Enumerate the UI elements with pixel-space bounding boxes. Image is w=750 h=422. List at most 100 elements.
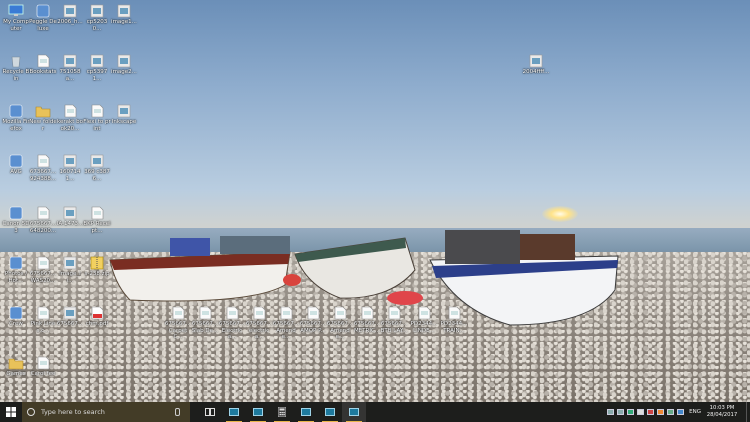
desktop-icon-label: Bookstats <box>29 69 57 75</box>
taskbar-app-window-5[interactable] <box>342 402 366 422</box>
clock-date: 28/04/2017 <box>706 412 738 418</box>
doc-icon <box>37 256 50 270</box>
desktop-icon-label: Flexi to print <box>83 119 111 132</box>
desktop-icon-label: 675667... <box>56 321 84 327</box>
clock[interactable]: 10:03 PM 28/04/2017 <box>706 405 738 419</box>
desktop-icon-label: cp52030... <box>86 19 108 32</box>
notes-icon[interactable] <box>637 409 645 415</box>
show-desktop-button[interactable] <box>746 402 750 422</box>
desktop-icon[interactable]: Photos / Hot... <box>2 256 30 284</box>
pc-icon <box>8 4 24 16</box>
taskbar-app-window-1[interactable] <box>222 402 246 422</box>
desktop-icon[interactable]: kerakt book20... <box>56 104 84 132</box>
desktop-icon[interactable]: image_li... <box>56 256 84 284</box>
desktop-icon[interactable]: 675667... METRIC... <box>353 306 381 334</box>
network-icon[interactable] <box>617 409 625 415</box>
img-icon <box>117 4 131 18</box>
desktop-icon-label: chm.pdf <box>85 321 109 327</box>
desktop-icon[interactable]: New folder <box>29 104 57 132</box>
desktop-icon[interactable]: Peggle Deluxe <box>29 4 57 32</box>
desktop-icon[interactable]: 675667... BTB LAY... <box>380 306 408 334</box>
taskbar-app-window-4[interactable] <box>318 402 342 422</box>
taskbar-app-calculator[interactable] <box>270 402 294 422</box>
desktop-icon-label: Peggle Deluxe <box>29 19 57 32</box>
desktop-icon[interactable]: Bookstats <box>29 54 57 76</box>
desktop-icon[interactable]: Crew <box>2 306 30 328</box>
desktop-icon[interactable]: 675667... Amende... <box>326 306 354 341</box>
desktop-icon[interactable]: cp52030... <box>83 4 111 32</box>
desktop-icon[interactable]: 673667... 924388... <box>29 154 57 182</box>
desktop-icon[interactable]: 675667... Slab De... <box>191 306 219 334</box>
desktop-icon[interactable]: Inkscape <box>110 104 138 126</box>
volume-icon[interactable] <box>677 409 685 415</box>
search-box[interactable]: Type here to search <box>22 402 190 422</box>
language-indicator[interactable]: ENG <box>689 409 701 415</box>
desktop-icon[interactable]: 675667... electrica... <box>245 306 273 341</box>
app-window-icon <box>301 408 311 416</box>
doc-icon <box>334 306 347 320</box>
desktop-icon[interactable]: 675667... AMOP P... <box>299 306 327 334</box>
app-icon <box>36 4 50 18</box>
pdf-icon <box>91 306 104 320</box>
desktop-icon[interactable]: 369 c3876... <box>83 154 111 182</box>
desktop-icon[interactable]: cp53971... <box>83 54 111 82</box>
desktop-wallpaper: My Computer Peggle Deluxe 2006_h... cp52030… <box>0 0 750 422</box>
microphone-icon[interactable] <box>175 408 180 416</box>
desktop-icon[interactable]: Pink Lines.c... <box>29 306 57 334</box>
desktop-icon[interactable]: 675667... 648200... <box>29 206 57 234</box>
desktop-icon[interactable]: PD2344... TRAIN... <box>440 306 468 334</box>
desktop-icon-label: PD2344... LINDE... <box>410 321 438 334</box>
desktop-icon[interactable]: 675667... Electrica... <box>218 306 246 341</box>
desktop-icon[interactable]: Recycle Bin <box>2 54 30 82</box>
desktop-icon-label: 675667... Slab De... <box>191 321 219 334</box>
desktop-icon[interactable]: IA-1473... <box>56 206 84 228</box>
doc-icon <box>280 306 293 320</box>
doc-icon <box>37 306 50 320</box>
desktop-icon[interactable]: Flexi to print <box>83 104 111 132</box>
zip-icon <box>90 256 104 270</box>
desktop-icon-label: 675667... Electrica... <box>218 321 246 340</box>
desktop-icon[interactable]: Mozilla Firefox <box>2 104 30 132</box>
desktop-icon-label: Games <box>6 371 26 377</box>
people-icon[interactable] <box>667 409 675 415</box>
desktop-icon[interactable]: chm.pdf <box>83 306 111 328</box>
desktop-icon-label: New folder <box>29 119 57 132</box>
taskbar-app-window-3[interactable] <box>294 402 318 422</box>
display-icon[interactable] <box>607 409 615 415</box>
desktop-icon[interactable]: 1607141... <box>56 154 84 182</box>
desktop-icon[interactable]: 2006_h... <box>56 4 84 26</box>
desktop-icon[interactable]: 675667... WAS20... <box>29 256 57 284</box>
desktop-icon[interactable]: 2004ffff... <box>522 54 550 76</box>
folder-icon <box>35 106 51 118</box>
desktop-icon[interactable]: s-238.zip <box>83 256 111 278</box>
taskbar-app-window-2[interactable] <box>246 402 270 422</box>
desktop-icon-label: Photos / Hot... <box>4 271 28 284</box>
desktop-icon[interactable]: 675667... Carpet C... <box>164 306 192 341</box>
task-view-button[interactable] <box>198 402 222 422</box>
desktop-icon[interactable]: 751058a... <box>56 54 84 82</box>
app-icon <box>9 154 23 168</box>
desktop-icon[interactable]: AVG <box>2 154 30 176</box>
desktop-icon[interactable]: 675667... <box>56 306 84 328</box>
img-icon <box>90 4 104 18</box>
app-tray-icon-2[interactable] <box>647 409 655 415</box>
clock-time: 10:03 PM <box>709 405 735 411</box>
desktop-icon-label: 675667... 648200... <box>29 221 57 234</box>
desktop-icon[interactable]: Carol fee <box>29 356 57 378</box>
doc-icon <box>253 306 266 320</box>
desktop-icon[interactable]: My Computer <box>2 4 30 32</box>
desktop-icon[interactable]: image2... <box>110 54 138 76</box>
desktop-icon-label: Carol fee <box>30 371 56 377</box>
app-tray-icon-3[interactable] <box>657 409 665 415</box>
img-icon <box>63 54 77 68</box>
desktop-icon-label: 675667... BTB LAY... <box>380 321 408 334</box>
doc-icon <box>448 306 461 320</box>
start-button[interactable] <box>0 402 22 422</box>
desktop-icon[interactable]: Canon 5D3 <box>2 206 30 234</box>
desktop-icon[interactable]: image1... <box>110 4 138 26</box>
desktop-icon[interactable]: Games <box>2 356 30 378</box>
app-tray-icon[interactable] <box>627 409 635 415</box>
desktop-icon[interactable]: PD2344... LINDE... <box>410 306 438 334</box>
desktop-icon[interactable]: BKP Receipt... <box>83 206 111 234</box>
desktop-icon[interactable]: 675667... Amende... <box>272 306 300 341</box>
